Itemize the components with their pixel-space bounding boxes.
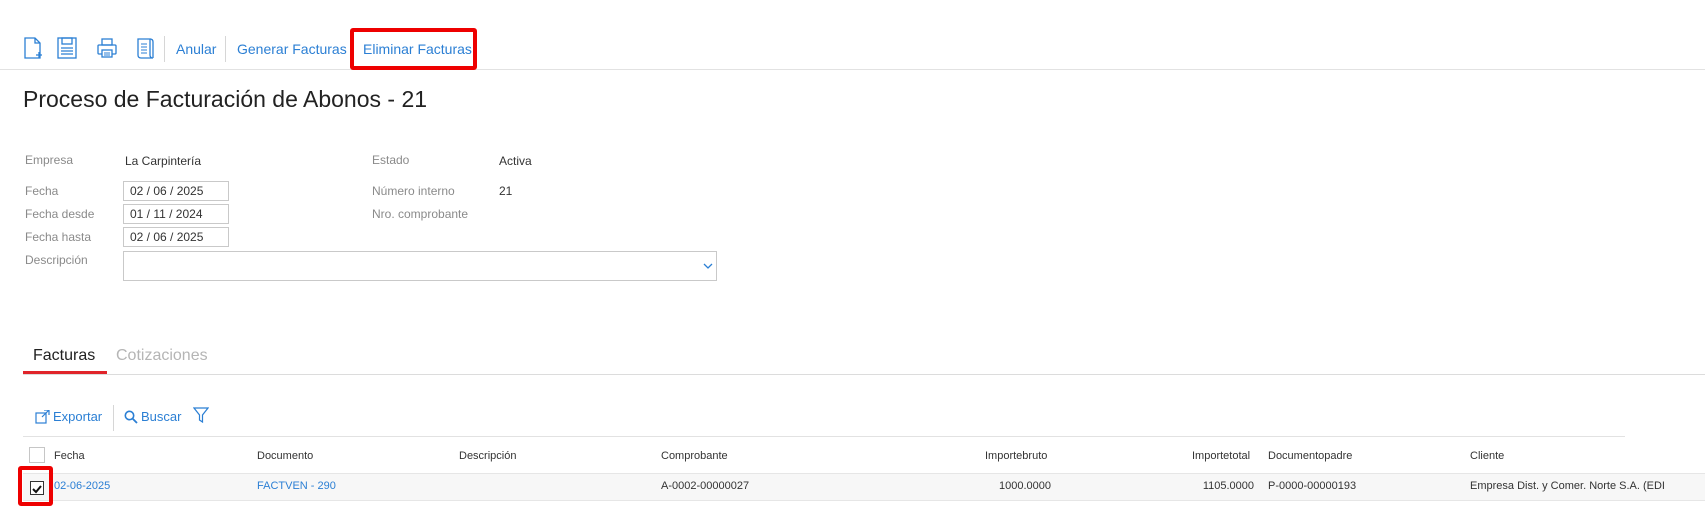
toolbar-divider	[225, 36, 226, 62]
anular-button[interactable]: Anular	[176, 41, 216, 57]
highlight-box	[350, 28, 477, 70]
external-link-icon	[35, 409, 50, 424]
cell-documentopadre: P-0000-00000193	[1268, 480, 1357, 492]
generar-facturas-button[interactable]: Generar Facturas	[237, 41, 347, 57]
empresa-label: Empresa	[25, 153, 74, 167]
empresa-value: La Carpintería	[125, 154, 202, 168]
grid-toolbar-divider-line	[23, 436, 1625, 437]
estado-label: Estado	[372, 153, 410, 167]
cell-importetotal: 1105.0000	[1202, 480, 1254, 492]
main-toolbar: Anular Generar Facturas Eliminar Factura…	[0, 0, 1705, 70]
fecha-hasta-field[interactable]: 02 / 06 / 2025	[123, 227, 229, 247]
tabs-bar: Facturas Cotizaciones	[23, 343, 1705, 375]
numero-interno-label: Número interno	[372, 184, 455, 198]
tab-cotizaciones[interactable]: Cotizaciones	[116, 347, 208, 365]
column-header-importetotal[interactable]: Importetotal	[1192, 450, 1250, 462]
column-header-cliente[interactable]: Cliente	[1470, 450, 1504, 462]
toolbar-divider	[164, 36, 165, 62]
column-header-importebruto[interactable]: Importebruto	[985, 450, 1047, 462]
fecha-label: Fecha	[25, 184, 59, 198]
descripcion-label: Descripción	[25, 253, 88, 267]
fecha-desde-label: Fecha desde	[25, 207, 95, 221]
column-header-documentopadre[interactable]: Documentopadre	[1268, 450, 1352, 462]
cell-fecha[interactable]: 02-06-2025	[54, 480, 110, 492]
chevron-down-icon[interactable]	[702, 260, 714, 272]
checkbox-highlight-box	[18, 466, 53, 506]
column-header-documento[interactable]: Documento	[257, 450, 313, 462]
nro-comprobante-label: Nro. comprobante	[372, 207, 469, 221]
select-all-checkbox[interactable]	[29, 447, 45, 463]
exportar-label: Exportar	[53, 409, 103, 424]
filter-icon	[193, 407, 209, 424]
estado-value: Activa	[499, 154, 532, 168]
search-icon	[124, 410, 138, 424]
fecha-desde-field[interactable]: 01 / 11 / 2024	[123, 204, 229, 224]
cell-importebruto: 1000.0000	[999, 480, 1051, 492]
fecha-field[interactable]: 02 / 06 / 2025	[123, 181, 229, 201]
save-icon[interactable]	[56, 36, 78, 60]
page-title: Proceso de Facturación de Abonos - 21	[23, 86, 428, 112]
cell-comprobante: A-0002-00000027	[661, 480, 750, 492]
new-document-icon[interactable]	[22, 36, 44, 60]
column-header-descripcion[interactable]: Descripción	[459, 450, 516, 462]
print-icon[interactable]	[96, 36, 118, 60]
grid-toolbar-divider	[113, 405, 114, 431]
exportar-button[interactable]: Exportar	[35, 409, 102, 424]
column-header-fecha[interactable]: Fecha	[54, 450, 85, 462]
column-header-comprobante[interactable]: Comprobante	[661, 450, 728, 462]
numero-interno-value: 21	[499, 184, 513, 198]
filter-button[interactable]	[193, 407, 209, 424]
tab-facturas[interactable]: Facturas	[33, 347, 95, 365]
cell-cliente: Empresa Dist. y Comer. Norte S.A. (EDI	[1470, 480, 1665, 492]
active-tab-indicator	[23, 371, 107, 374]
descripcion-field[interactable]	[123, 251, 717, 281]
report-icon[interactable]	[134, 36, 156, 60]
cell-documento[interactable]: FACTVEN - 290	[257, 480, 336, 492]
fecha-hasta-label: Fecha hasta	[25, 230, 92, 244]
buscar-button[interactable]: Buscar	[124, 409, 181, 424]
buscar-label: Buscar	[141, 409, 182, 424]
